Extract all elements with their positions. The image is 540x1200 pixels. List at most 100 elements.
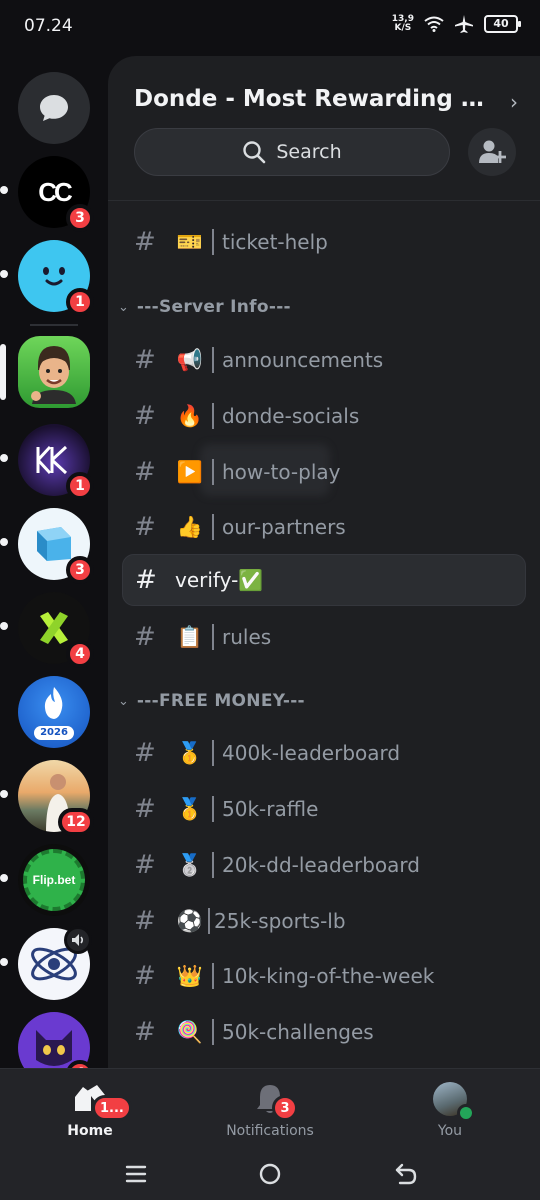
bottom-nav: 1... Home 3 Notifications You xyxy=(0,1068,540,1148)
channel-separator-bar xyxy=(212,796,214,822)
status-icons: 13,9 K/S 40 xyxy=(392,14,521,34)
invite-members-button[interactable] xyxy=(468,128,516,176)
chevron-right-icon[interactable]: › xyxy=(510,90,518,114)
channel-20k-dd-leaderboard[interactable]: # 🥈 20k-dd-leaderboard xyxy=(122,839,526,891)
channel-donde-socials[interactable]: # 🔥 donde-socials xyxy=(122,390,526,442)
server-icon-flame-2026[interactable]: 2026 xyxy=(18,676,90,748)
chevron-down-icon: ⌄ xyxy=(118,693,129,709)
hashtag-icon: # xyxy=(134,794,156,824)
speaker-icon xyxy=(64,926,92,954)
channel-50k-challenges[interactable]: # 🍭 50k-challenges xyxy=(122,1006,526,1058)
server-icon-donde[interactable] xyxy=(0,336,90,408)
channel-name: 50k-challenges xyxy=(222,1020,374,1044)
home-system-button[interactable] xyxy=(250,1158,290,1190)
rail-separator xyxy=(30,324,78,326)
recent-apps-button[interactable] xyxy=(116,1158,156,1190)
mention-badge: 3 xyxy=(66,556,94,584)
server-icon-kk[interactable]: 1 xyxy=(0,424,94,500)
channel-how-to-play[interactable]: # ▶️ how-to-play xyxy=(122,446,526,498)
server-icon-green-x[interactable]: 4 xyxy=(0,592,94,668)
server-avatar-label: 2026 xyxy=(34,726,74,740)
server-icon-orbit[interactable] xyxy=(0,926,92,1000)
hashtag-icon: # xyxy=(134,1017,156,1047)
channel-25k-sports-lb[interactable]: # ⚽ 25k-sports-lb xyxy=(122,895,526,947)
status-time: 07.24 xyxy=(24,16,73,36)
channel-name: 50k-raffle xyxy=(222,797,319,821)
clipboard-emoji-icon: 📋 xyxy=(176,624,204,649)
server-icon-smiley[interactable]: 1 xyxy=(0,240,94,316)
network-speed: 13,9 K/S xyxy=(392,15,414,33)
channel-our-partners[interactable]: # 👍 our-partners xyxy=(122,501,526,553)
direct-messages-button[interactable] xyxy=(18,72,90,144)
hashtag-icon: # xyxy=(134,512,156,542)
soccer-ball-emoji-icon: ⚽ xyxy=(176,908,204,933)
channel-separator-bar xyxy=(212,852,214,878)
channel-50k-raffle[interactable]: # 🥇 50k-raffle xyxy=(122,783,526,835)
category-free-money[interactable]: ⌄ ---FREE MONEY--- xyxy=(118,686,305,716)
notifications-badge: 3 xyxy=(272,1095,298,1121)
nav-home[interactable]: 1... Home xyxy=(20,1081,160,1139)
battery-indicator: 40 xyxy=(484,15,521,33)
server-icon-sunset[interactable]: 12 xyxy=(0,760,94,836)
you-icon-wrap xyxy=(432,1081,475,1122)
channel-name: our-partners xyxy=(222,515,346,539)
nav-notifications-label: Notifications xyxy=(226,1123,314,1139)
channel-verify[interactable]: # verify-✅ xyxy=(122,554,526,606)
channel-name: 400k-leaderboard xyxy=(222,741,401,765)
search-icon xyxy=(243,141,266,164)
hashtag-icon: # xyxy=(134,457,156,487)
hashtag-icon: # xyxy=(135,565,157,595)
channel-announcements[interactable]: # 📢 announcements xyxy=(122,334,526,386)
hashtag-icon: # xyxy=(134,850,156,880)
server-avatar: 2026 xyxy=(18,676,90,748)
nav-home-label: Home xyxy=(67,1123,113,1139)
back-button[interactable] xyxy=(386,1158,426,1190)
server-title[interactable]: Donde - Most Rewarding Cr... xyxy=(134,86,486,112)
hashtag-icon: # xyxy=(134,227,156,257)
lollipop-emoji-icon: 🍭 xyxy=(176,1019,204,1044)
channel-name: donde-socials xyxy=(222,404,360,428)
search-button[interactable]: Search xyxy=(134,128,450,176)
channel-400k-leaderboard[interactable]: # 🥇 400k-leaderboard xyxy=(122,727,526,779)
mention-badge: 3 xyxy=(66,204,94,232)
server-rail[interactable]: CC 3 1 1 3 4 2026 12 Flip.bet xyxy=(0,56,108,1068)
cartoon-avatar-icon xyxy=(31,346,76,404)
server-icon-flipbet[interactable]: Flip.bet xyxy=(0,844,90,916)
system-nav-bar xyxy=(0,1148,540,1200)
circle-home-icon xyxy=(259,1163,281,1185)
server-avatar: Flip.bet xyxy=(18,844,90,916)
server-icon-cc[interactable]: CC 3 xyxy=(0,156,94,232)
server-header[interactable]: Donde - Most Rewarding Cr... › xyxy=(134,86,518,114)
channel-10k-king-of-the-week[interactable]: # 👑 10k-king-of-the-week xyxy=(122,950,526,1002)
channel-separator-bar xyxy=(212,963,214,989)
channel-name: verify-✅ xyxy=(175,568,264,592)
play-button-emoji-icon: ▶️ xyxy=(176,459,204,484)
menu-lines-icon xyxy=(125,1165,147,1183)
chat-bubble-icon xyxy=(40,95,68,121)
server-icon-cat[interactable]: 4 xyxy=(18,1012,94,1068)
unread-indicator xyxy=(0,958,8,966)
notifications-icon-wrap: 3 xyxy=(252,1081,298,1121)
channel-rules[interactable]: # 📋 rules xyxy=(122,611,526,663)
unread-indicator xyxy=(0,186,8,194)
channel-separator-bar xyxy=(212,740,214,766)
channel-separator-bar xyxy=(212,624,214,650)
category-server-info[interactable]: ⌄ ---Server Info--- xyxy=(118,292,291,322)
header-divider xyxy=(108,200,540,201)
silver-medal-emoji-icon: 🥈 xyxy=(176,852,204,877)
hashtag-icon: # xyxy=(134,906,156,936)
channel-name: 10k-king-of-the-week xyxy=(222,964,435,988)
channel-ticket-help[interactable]: # 🎫 ticket-help xyxy=(122,216,526,268)
unread-indicator xyxy=(0,790,8,798)
channel-separator-bar xyxy=(212,347,214,373)
server-icon-blue-box[interactable]: 3 xyxy=(0,508,94,584)
nav-you[interactable]: You xyxy=(380,1081,520,1139)
channel-separator-bar xyxy=(212,229,214,255)
add-user-icon xyxy=(479,140,506,163)
thumbs-up-emoji-icon: 👍 xyxy=(176,514,204,539)
fire-emoji-icon: 🔥 xyxy=(176,403,204,428)
chevron-down-icon: ⌄ xyxy=(118,299,129,315)
flame-icon xyxy=(44,687,63,719)
avatar xyxy=(433,1082,475,1122)
nav-notifications[interactable]: 3 Notifications xyxy=(200,1081,340,1139)
